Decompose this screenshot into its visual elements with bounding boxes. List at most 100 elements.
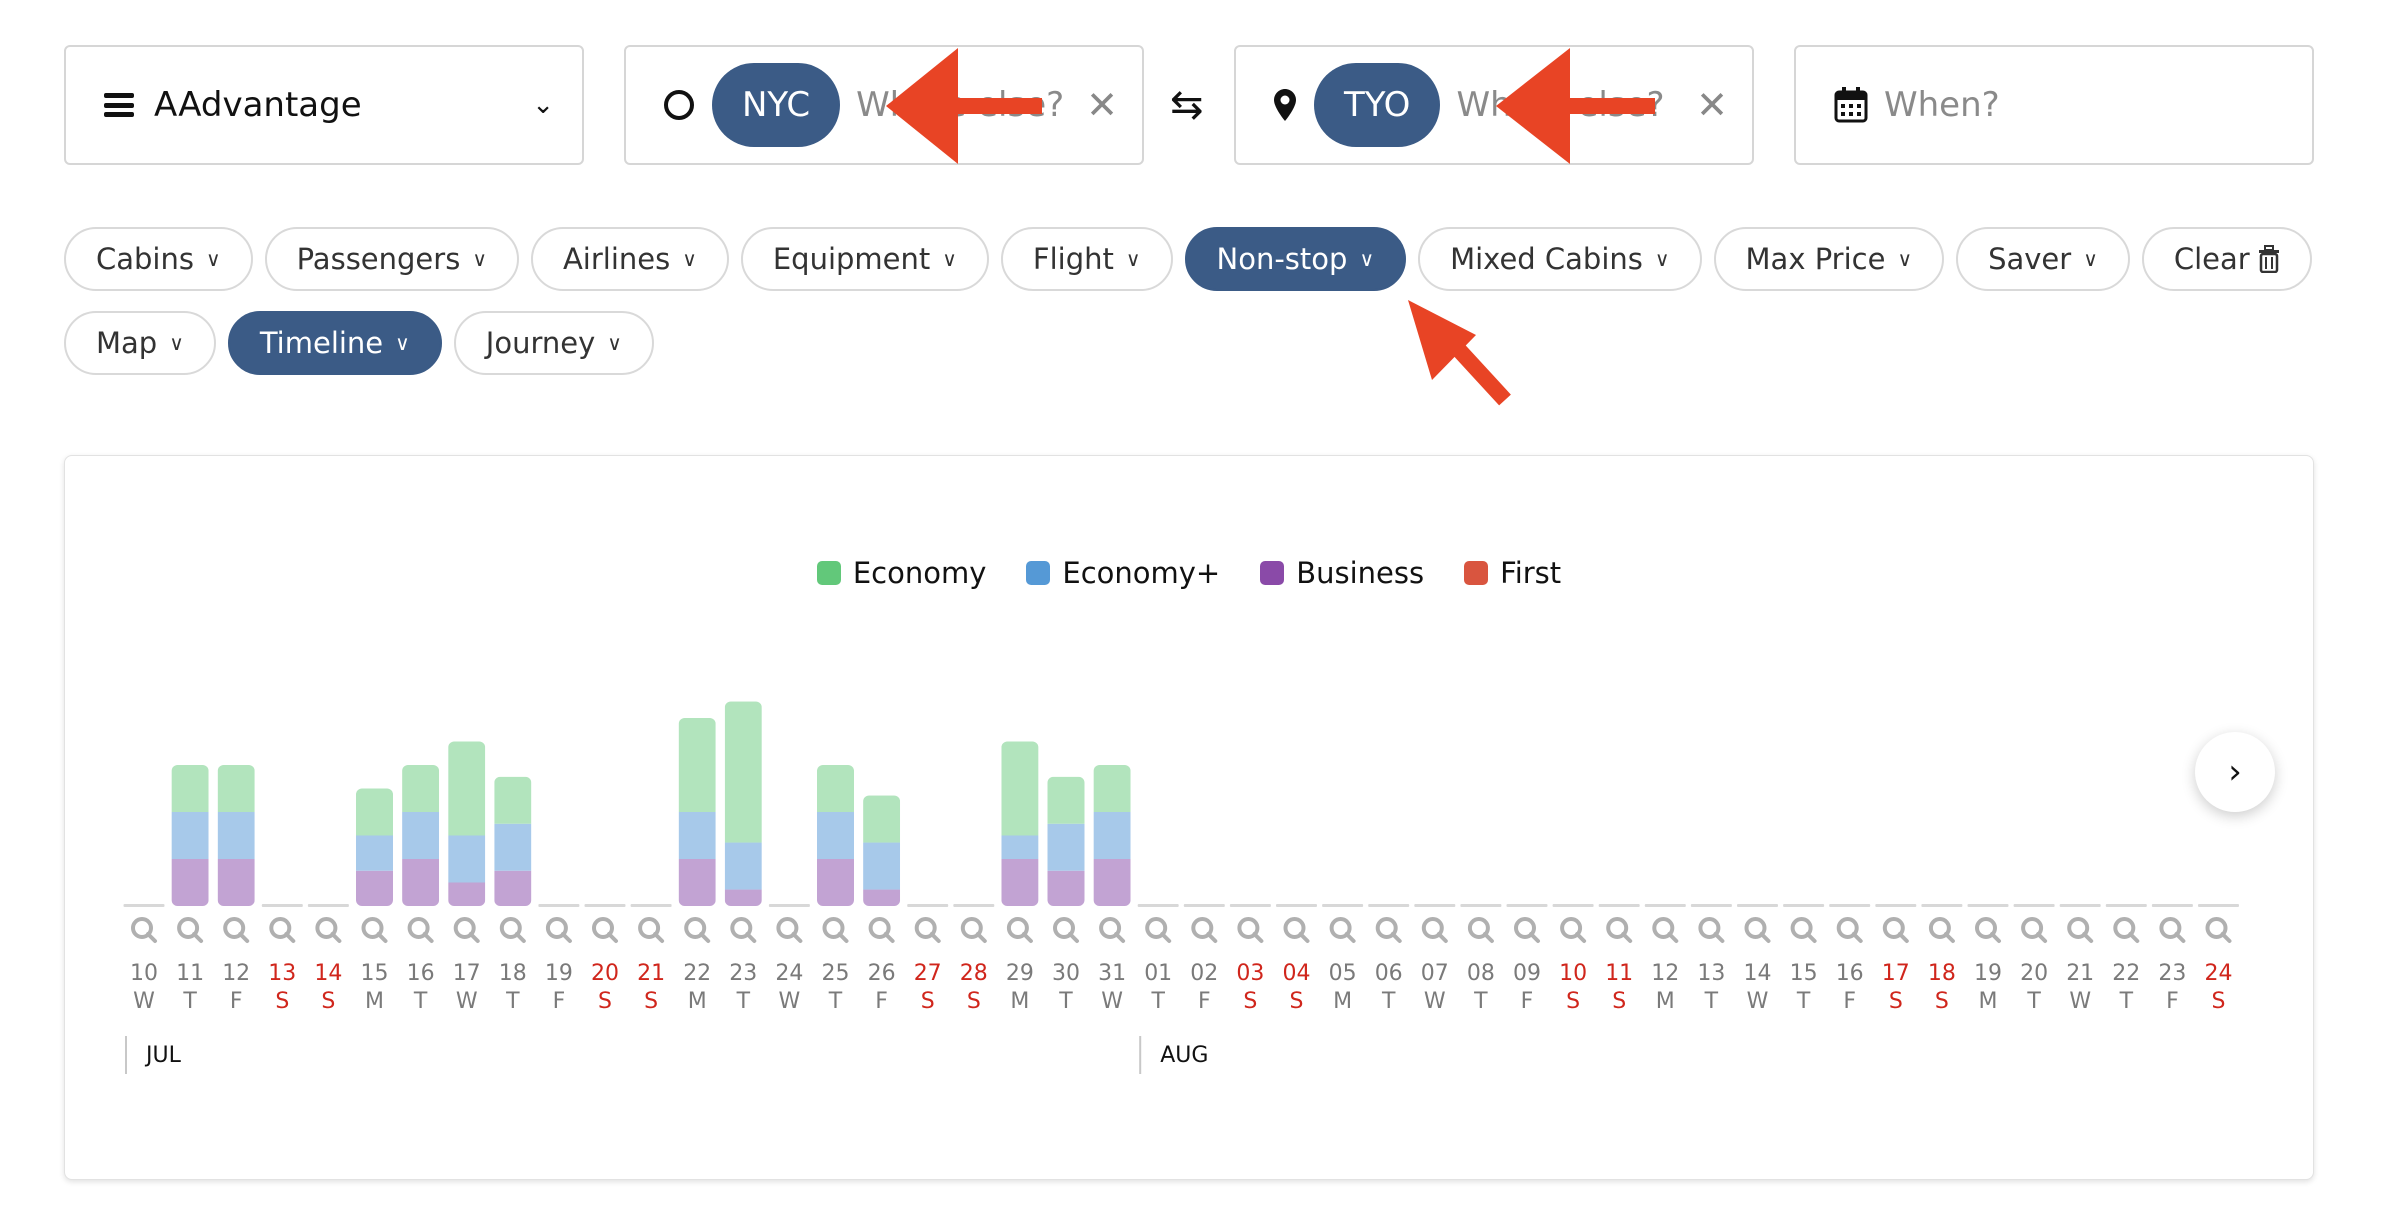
magnifier-icon[interactable] xyxy=(1882,917,1909,943)
bar-segment-economy-plus[interactable] xyxy=(448,835,486,883)
filter-chip-equipment[interactable]: Equipment ∨ xyxy=(740,227,989,291)
magnifier-icon[interactable] xyxy=(1790,917,1817,943)
destination-input[interactable]: Where else? xyxy=(1456,85,1686,125)
magnifier-icon[interactable] xyxy=(2159,917,2186,943)
magnifier-icon[interactable] xyxy=(361,917,388,943)
bar-segment-economy[interactable] xyxy=(1047,776,1085,824)
filter-chip-flight[interactable]: Flight ∨ xyxy=(1000,227,1173,291)
bar-segment-economy[interactable] xyxy=(1093,765,1131,812)
filter-chip-cabins[interactable]: Cabins ∨ xyxy=(64,227,253,291)
clear-filters-button[interactable]: Clear xyxy=(2141,227,2312,291)
magnifier-icon[interactable] xyxy=(1283,917,1310,943)
magnifier-icon[interactable] xyxy=(1145,917,1172,943)
magnifier-icon[interactable] xyxy=(1191,917,1218,943)
bar-segment-business[interactable] xyxy=(1093,859,1131,906)
origin-input[interactable]: Where else? xyxy=(856,85,1076,125)
bar-segment-economy-plus[interactable] xyxy=(1093,812,1131,859)
magnifier-icon[interactable] xyxy=(1606,917,1633,943)
close-icon[interactable]: ✕ xyxy=(1696,83,1728,127)
magnifier-icon[interactable] xyxy=(1836,917,1863,943)
filter-chip-mixed-cabins[interactable]: Mixed Cabins ∨ xyxy=(1418,227,1702,291)
filter-chip-passengers[interactable]: Passengers ∨ xyxy=(264,227,519,291)
bar-segment-economy[interactable] xyxy=(1001,741,1039,836)
magnifier-icon[interactable] xyxy=(776,917,803,943)
bar-segment-economy-plus[interactable] xyxy=(217,812,255,859)
bar-segment-economy-plus[interactable] xyxy=(1047,823,1085,871)
magnifier-icon[interactable] xyxy=(499,917,526,943)
filter-chip-max-price[interactable]: Max Price ∨ xyxy=(1713,227,1945,291)
magnifier-icon[interactable] xyxy=(1329,917,1356,943)
bar-segment-economy[interactable] xyxy=(817,765,854,812)
magnifier-icon[interactable] xyxy=(2021,917,2048,943)
magnifier-icon[interactable] xyxy=(2113,917,2140,943)
magnifier-icon[interactable] xyxy=(1053,917,1079,943)
bar-segment-economy-plus[interactable] xyxy=(724,842,762,890)
destination-field[interactable]: TYO Where else? ✕ xyxy=(1234,45,1754,165)
magnifier-icon[interactable] xyxy=(1514,917,1540,943)
origin-field[interactable]: NYC Where else? ✕ xyxy=(624,45,1144,165)
bar-segment-business[interactable] xyxy=(217,859,255,906)
close-icon[interactable]: ✕ xyxy=(1086,83,1118,127)
magnifier-icon[interactable] xyxy=(822,917,849,943)
magnifier-icon[interactable] xyxy=(407,917,434,943)
magnifier-icon[interactable] xyxy=(453,917,480,943)
magnifier-icon[interactable] xyxy=(1006,917,1033,943)
magnifier-icon[interactable] xyxy=(2067,917,2094,943)
bar-segment-business[interactable] xyxy=(817,859,854,906)
bar-segment-economy-plus[interactable] xyxy=(494,823,532,871)
bar-segment-economy[interactable] xyxy=(402,765,440,812)
magnifier-icon[interactable] xyxy=(1099,917,1126,943)
bar-segment-business[interactable] xyxy=(494,870,532,906)
bar-segment-business[interactable] xyxy=(678,859,716,906)
bar-segment-economy-plus[interactable] xyxy=(171,812,209,859)
filter-chip-map[interactable]: Map ∨ xyxy=(64,311,216,375)
next-page-button[interactable]: › xyxy=(2195,732,2275,812)
magnifier-icon[interactable] xyxy=(914,917,941,943)
bar-segment-economy[interactable] xyxy=(356,788,393,836)
magnifier-icon[interactable] xyxy=(960,917,987,943)
program-select[interactable]: AAdvantage ⌄ xyxy=(64,45,584,165)
bar-segment-economy-plus[interactable] xyxy=(817,812,854,859)
filter-chip-saver[interactable]: Saver ∨ xyxy=(1956,227,2130,291)
magnifier-icon[interactable] xyxy=(545,917,572,943)
magnifier-icon[interactable] xyxy=(1467,917,1494,943)
magnifier-icon[interactable] xyxy=(2205,917,2232,943)
magnifier-icon[interactable] xyxy=(269,917,296,943)
magnifier-icon[interactable] xyxy=(730,917,757,943)
bar-segment-economy[interactable] xyxy=(494,776,532,824)
bar-segment-economy[interactable] xyxy=(724,701,762,843)
magnifier-icon[interactable] xyxy=(1928,917,1955,943)
bar-segment-business[interactable] xyxy=(1001,859,1039,906)
magnifier-icon[interactable] xyxy=(315,917,342,943)
magnifier-icon[interactable] xyxy=(1652,917,1679,943)
bar-segment-business[interactable] xyxy=(402,859,440,906)
magnifier-icon[interactable] xyxy=(1975,917,2001,943)
bar-segment-economy-plus[interactable] xyxy=(678,812,716,859)
bar-segment-business[interactable] xyxy=(448,882,486,907)
bar-segment-business[interactable] xyxy=(356,870,393,906)
swap-arrows-icon[interactable]: ⇆ xyxy=(1170,82,1204,128)
bar-segment-business[interactable] xyxy=(724,889,762,906)
magnifier-icon[interactable] xyxy=(1421,917,1448,943)
origin-chip[interactable]: NYC xyxy=(712,63,841,147)
magnifier-icon[interactable] xyxy=(592,917,618,943)
destination-chip[interactable]: TYO xyxy=(1314,63,1441,147)
bar-segment-business[interactable] xyxy=(1047,870,1085,906)
filter-chip-non-stop[interactable]: Non-stop ∨ xyxy=(1184,227,1407,291)
date-input[interactable]: When? xyxy=(1884,85,2288,125)
bar-segment-economy[interactable] xyxy=(448,741,486,836)
filter-chip-timeline[interactable]: Timeline ∨ xyxy=(227,311,442,375)
magnifier-icon[interactable] xyxy=(1560,917,1587,943)
bar-segment-economy-plus[interactable] xyxy=(1001,835,1039,860)
date-field[interactable]: When? xyxy=(1794,45,2314,165)
magnifier-icon[interactable] xyxy=(131,917,157,943)
bar-segment-economy[interactable] xyxy=(863,795,901,843)
magnifier-icon[interactable] xyxy=(177,917,204,943)
magnifier-icon[interactable] xyxy=(1375,917,1402,943)
magnifier-icon[interactable] xyxy=(868,917,895,943)
bar-segment-economy-plus[interactable] xyxy=(402,812,440,859)
filter-chip-airlines[interactable]: Airlines ∨ xyxy=(530,227,729,291)
magnifier-icon[interactable] xyxy=(684,917,711,943)
bar-segment-business[interactable] xyxy=(863,889,901,906)
magnifier-icon[interactable] xyxy=(1698,917,1725,943)
